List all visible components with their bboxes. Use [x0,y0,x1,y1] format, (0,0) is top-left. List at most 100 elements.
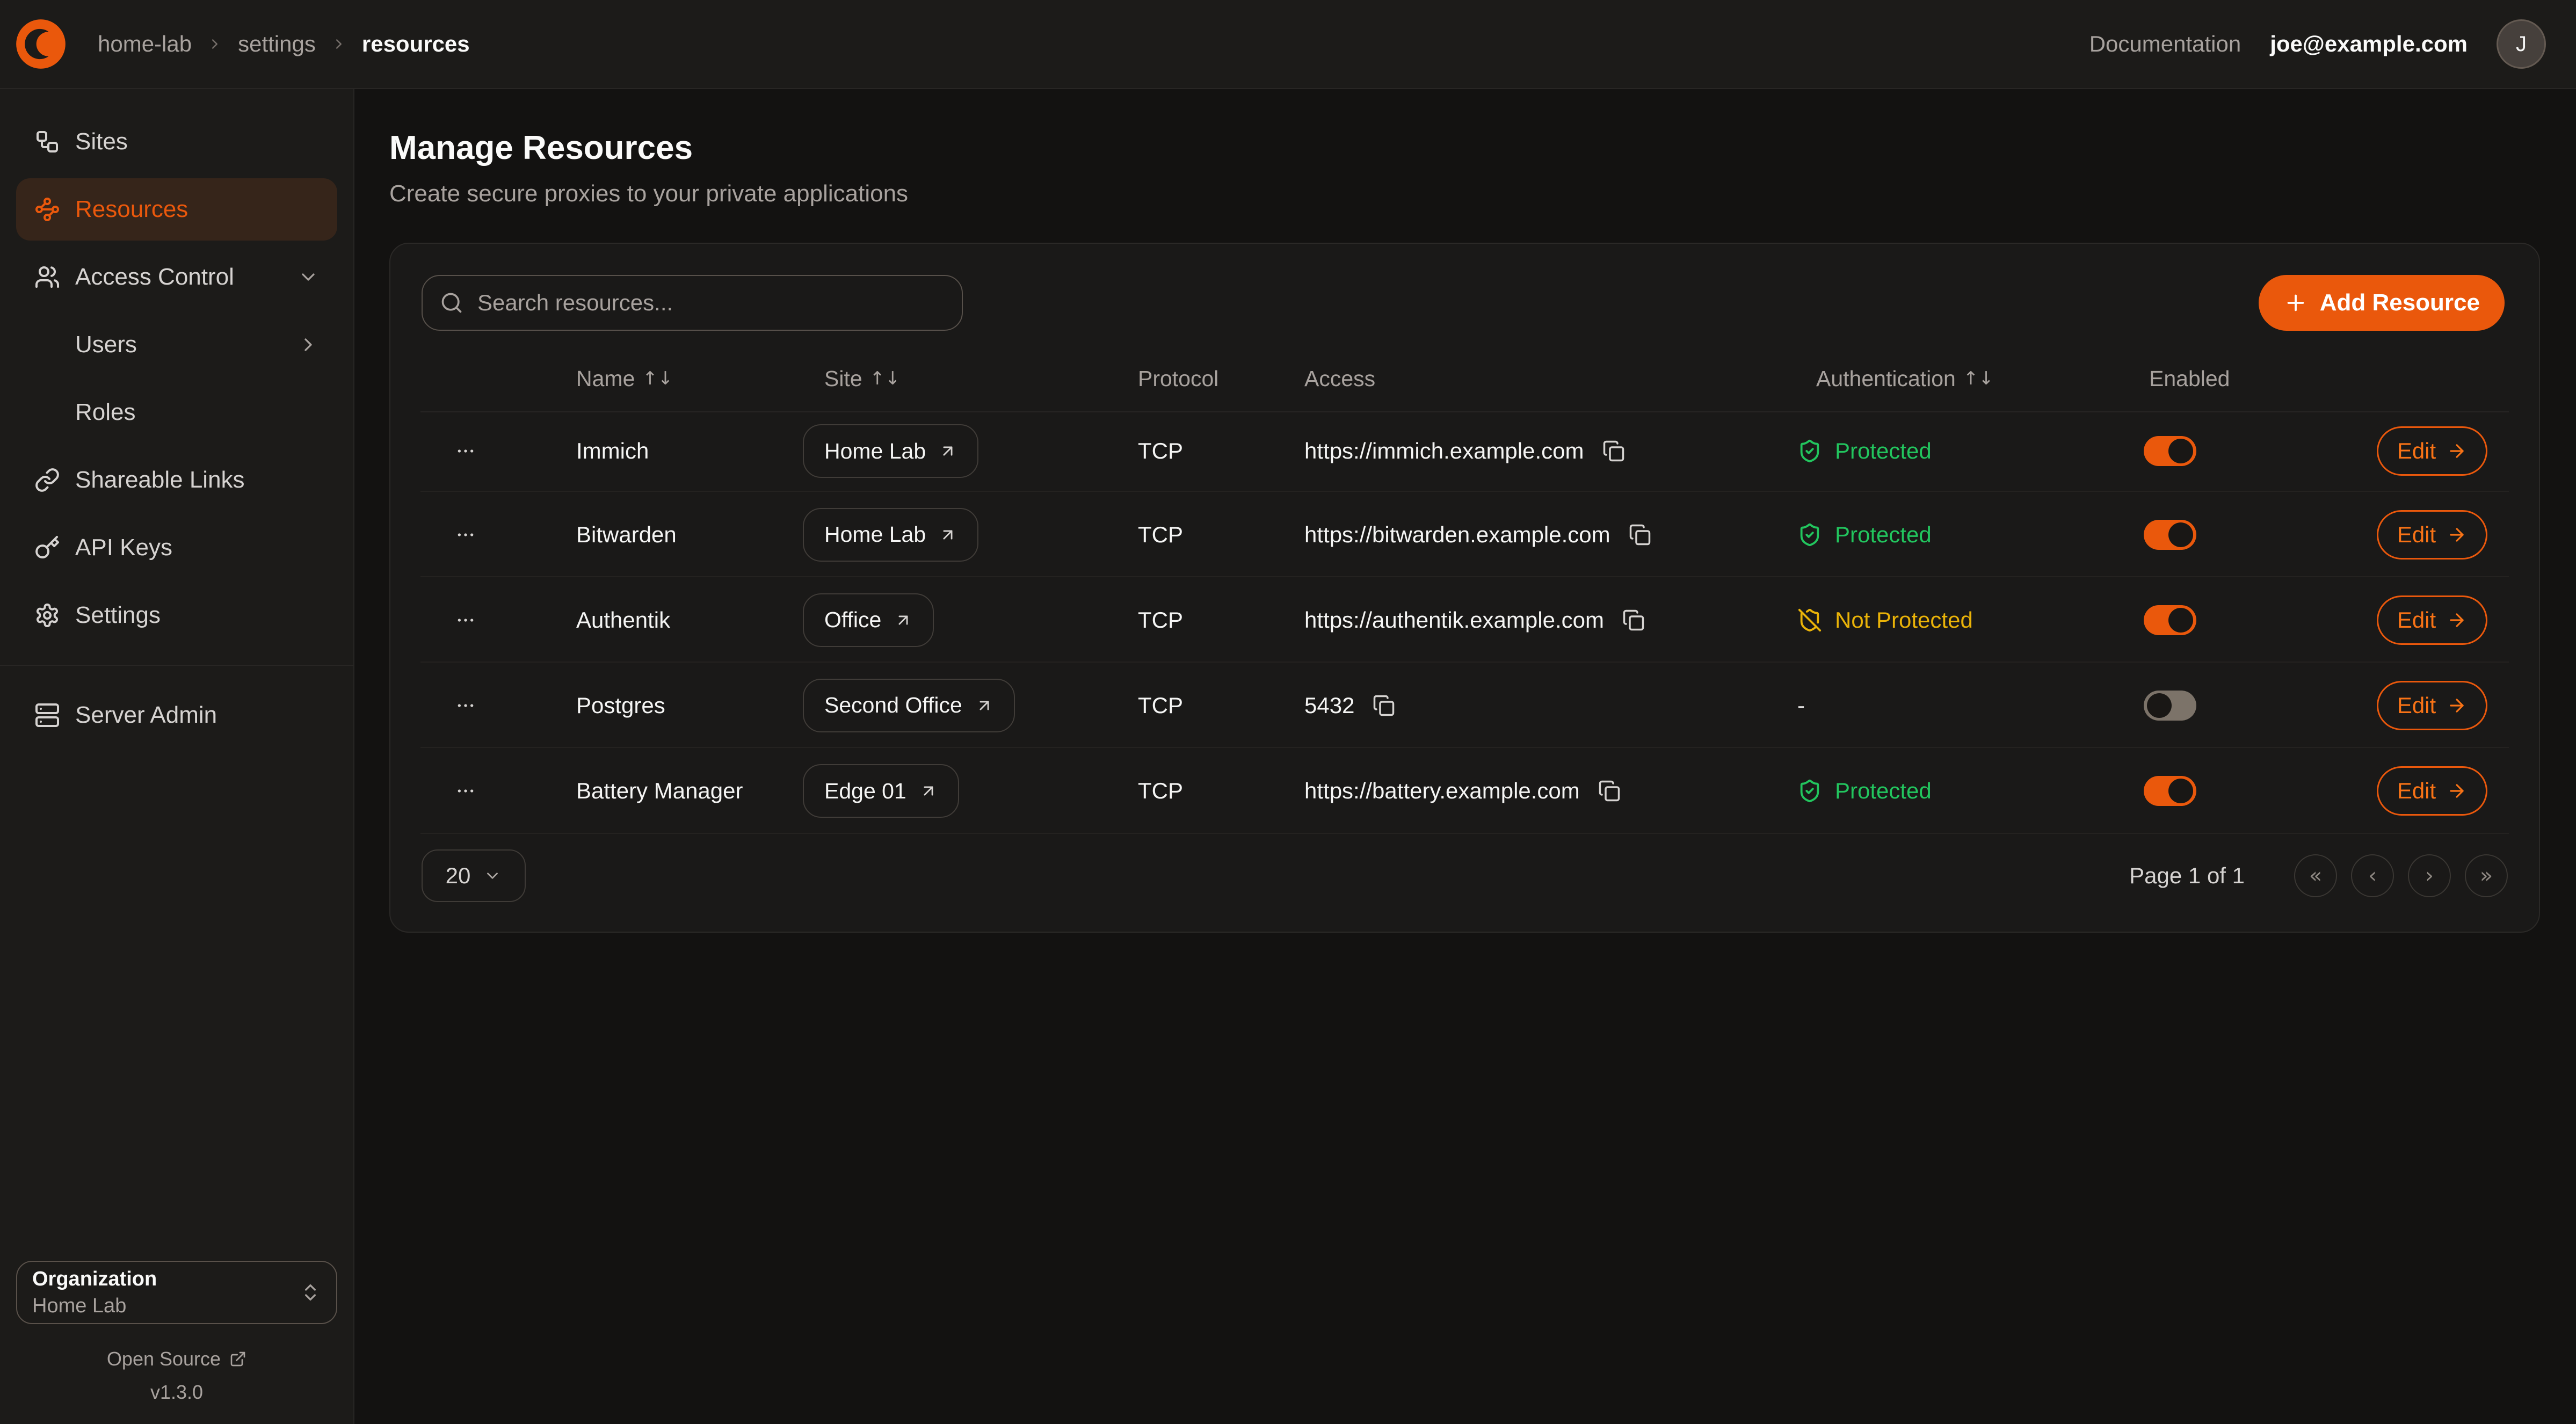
toggle-knob [2168,439,2193,463]
resource-protocol: TCP [1138,663,1183,748]
sidebar-item-settings[interactable]: Settings [16,584,337,646]
next-page-button[interactable]: › [2408,854,2451,897]
enabled-toggle[interactable] [2144,436,2196,466]
open-source-link[interactable]: Open Source [0,1348,353,1370]
site-link[interactable]: Home Lab [803,424,978,478]
row-menu-button[interactable] [455,577,476,663]
table-row: Battery Manager Edge 01 TCP https://batt… [390,748,2539,834]
breadcrumb-org[interactable]: home-lab [98,31,192,57]
breadcrumb: home-lab settings resources [98,31,470,57]
pangolin-logo-icon[interactable] [14,17,68,71]
resource-access-url: https://authentik.example.com [1304,607,1604,633]
enabled-toggle[interactable] [2144,691,2196,721]
copy-icon[interactable] [1622,609,1645,631]
auth-status-label: Not Protected [1835,607,1973,633]
last-page-button[interactable]: » [2465,854,2508,897]
previous-page-button[interactable]: ‹ [2351,854,2394,897]
main-content: Manage Resources Create secure proxies t… [355,89,2576,1424]
table-row: Authentik Office TCP https://authentik.e… [390,577,2539,663]
site-name: Edge 01 [824,779,906,804]
row-menu-button[interactable] [455,663,476,748]
sidebar-item-access-control[interactable]: Access Control [16,246,337,308]
organization-text: Organization Home Lab [32,1268,157,1318]
enabled-toggle[interactable] [2144,520,2196,550]
edit-button[interactable]: Edit [2377,681,2487,730]
column-header-enabled: Enabled [2149,363,2230,394]
enabled-toggle[interactable] [2144,605,2196,635]
sidebar-item-roles[interactable]: Roles [16,381,337,444]
edit-button[interactable]: Edit [2377,766,2487,816]
column-header-authentication[interactable]: Authentication ↑↓ [1816,363,1994,394]
sidebar-item-api-keys[interactable]: API Keys [16,517,337,579]
row-menu-button[interactable] [455,492,476,577]
pagination: 20 Page 1 of 1 « ‹ › » [390,849,2539,903]
organization-label: Organization [32,1268,157,1291]
sidebar-item-label: Roles [75,399,136,426]
chevron-down-icon [483,867,502,885]
arrow-right-icon [2447,441,2467,461]
arrow-up-right-icon [919,782,938,800]
page-size-select[interactable]: 20 [422,849,526,902]
site-link[interactable]: Home Lab [803,508,978,562]
documentation-link[interactable]: Documentation [2089,31,2241,57]
page-subtitle: Create secure proxies to your private ap… [389,180,2540,207]
site-link[interactable]: Second Office [803,679,1015,732]
arrow-up-right-icon [894,611,912,629]
table-header: Name ↑↓ Site ↑↓ Protocol Access Authenti… [390,363,2539,394]
sidebar-item-shareable-links[interactable]: Shareable Links [16,449,337,511]
breadcrumb-settings[interactable]: settings [238,31,316,57]
resource-access-url: https://immich.example.com [1304,438,1584,464]
auth-status: Protected [1797,748,1932,834]
resource-name: Authentik [576,577,670,663]
shield-off-icon [1797,608,1822,633]
organization-switcher[interactable]: Organization Home Lab [16,1261,337,1324]
arrow-up-right-icon [939,442,957,460]
toggle-knob [2147,693,2172,718]
edit-button[interactable]: Edit [2377,510,2487,560]
chevron-right-icon [297,334,319,355]
sidebar-item-label: Access Control [75,264,234,290]
sidebar-item-users[interactable]: Users [16,314,337,376]
user-email[interactable]: joe@example.com [2270,31,2468,57]
search-input[interactable] [477,290,945,316]
first-page-button[interactable]: « [2294,854,2337,897]
sidebar-item-resources[interactable]: Resources [16,178,337,241]
column-header-name[interactable]: Name ↑↓ [576,363,673,394]
resource-protocol: TCP [1138,748,1183,834]
shield-check-icon [1797,522,1822,547]
resource-access-url: 5432 [1304,693,1354,718]
sidebar-item-server-admin[interactable]: Server Admin [16,684,337,746]
copy-icon[interactable] [1373,694,1395,717]
app-version: v1.3.0 [0,1381,353,1404]
resource-name: Battery Manager [576,748,743,834]
column-label: Protocol [1138,366,1218,391]
enabled-toggle[interactable] [2144,776,2196,806]
edit-button[interactable]: Edit [2377,426,2487,476]
avatar[interactable]: J [2497,19,2546,69]
column-header-site[interactable]: Site ↑↓ [824,363,901,394]
app-root: home-lab settings resources Documentatio… [0,0,2576,1424]
column-label: Access [1304,366,1375,391]
copy-icon[interactable] [1629,524,1651,546]
edit-button[interactable]: Edit [2377,595,2487,645]
site-link[interactable]: Edge 01 [803,764,959,818]
site-name: Home Lab [824,439,926,464]
sidebar-item-sites[interactable]: Sites [16,111,337,173]
site-link[interactable]: Office [803,593,934,647]
chevrons-up-down-icon [300,1282,321,1303]
arrow-up-right-icon [939,526,957,544]
gear-icon [34,602,60,628]
sort-icon: ↑↓ [642,368,673,389]
copy-icon[interactable] [1602,440,1625,462]
site-name: Home Lab [824,522,926,547]
row-menu-button[interactable] [455,410,476,492]
pagination-controls: Page 1 of 1 « ‹ › » [2129,849,2508,902]
row-menu-button[interactable] [455,748,476,834]
arrow-right-icon [2447,781,2467,801]
edit-label: Edit [2397,438,2436,464]
add-resource-button[interactable]: Add Resource [2259,275,2505,331]
arrow-right-icon [2447,610,2467,630]
column-label: Authentication [1816,366,1956,391]
copy-icon[interactable] [1598,780,1621,802]
server-icon [34,702,60,728]
